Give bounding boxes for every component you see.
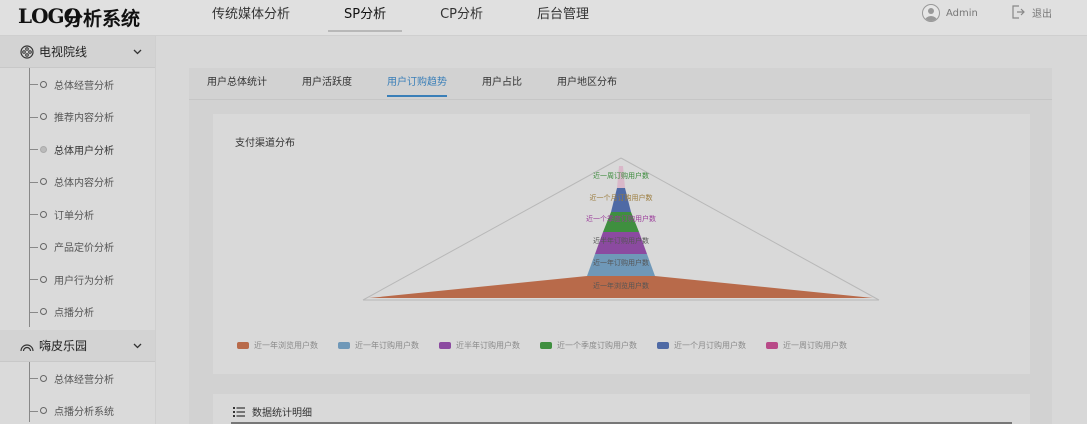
nav-cp-analysis[interactable]: CP分析 xyxy=(424,0,499,36)
bullet-icon xyxy=(40,243,47,251)
funnel-stage-label: 近一年浏览用户数 xyxy=(593,281,649,290)
bullet-icon xyxy=(40,210,47,218)
logout-icon xyxy=(1012,5,1025,19)
top-bar: LOGO 分析系统 传统媒体分析 SP分析 CP分析 后台管理 Admin 退出 xyxy=(0,0,1087,36)
funnel-chart: 近一周订购用户数近一个月订购用户数近一个季度订购用户数近半年订购用户数近一年订购… xyxy=(362,157,880,301)
funnel-stage-label: 近一年订购用户数 xyxy=(593,258,649,267)
sidebar-item-label: 点播分析 xyxy=(54,308,94,320)
tab-user-activity[interactable]: 用户活跃度 xyxy=(284,68,369,100)
legend-item[interactable]: 近一年浏览用户数 xyxy=(237,340,318,351)
legend-swatch xyxy=(338,342,350,349)
sidebar-item-label: 产品定价分析 xyxy=(54,243,114,255)
sidebar-submenu-tv-cinema: 总体经营分析 推荐内容分析 总体用户分析 总体内容分析 订单分析 产品定价分析 … xyxy=(0,68,155,328)
bullet-icon xyxy=(40,374,47,382)
legend-label: 近一年浏览用户数 xyxy=(254,341,318,350)
legend-label: 近半年订购用户数 xyxy=(456,341,520,350)
detail-card-title: 数据统计明细 xyxy=(252,408,312,419)
funnel-stage-label: 近一个月订购用户数 xyxy=(590,193,653,202)
legend-item[interactable]: 近一周订购用户数 xyxy=(766,340,847,351)
legend-swatch xyxy=(237,342,249,349)
logout-button[interactable]: 退出 xyxy=(1010,4,1052,20)
rainbow-icon xyxy=(20,343,34,351)
avatar-icon xyxy=(922,4,940,22)
sidebar-submenu-happy-park: 总体经营分析 点播分析系统 xyxy=(0,362,155,424)
sidebar-item-recommended-content[interactable]: 推荐内容分析 xyxy=(0,101,155,134)
chart-card: 支付渠道分布 近一周订购用户数 近一个月订购用户数 近一个季度订购用户数 近半年订购用… xyxy=(213,114,1030,374)
detail-card-header: 数据统计明细 xyxy=(233,404,312,419)
legend-swatch xyxy=(540,342,552,349)
legend-swatch xyxy=(439,342,451,349)
user-menu[interactable]: Admin xyxy=(922,4,978,22)
app-title: 分析系统 xyxy=(64,8,141,30)
sidebar-item-orders[interactable]: 订单分析 xyxy=(0,198,155,231)
sidebar-item-pricing[interactable]: 产品定价分析 xyxy=(0,231,155,264)
legend-swatch xyxy=(657,342,669,349)
legend-item[interactable]: 近一年订购用户数 xyxy=(338,340,419,351)
nav-traditional-media[interactable]: 传统媒体分析 xyxy=(196,0,306,36)
list-icon xyxy=(233,406,245,417)
bullet-icon xyxy=(40,145,47,153)
nav-sp-analysis[interactable]: SP分析 xyxy=(328,0,403,36)
detail-card: 数据统计明细 xyxy=(213,394,1030,424)
funnel-stage-label: 近一个季度订购用户数 xyxy=(586,214,656,223)
bullet-icon xyxy=(40,275,47,283)
tab-bar: 用户总体统计 用户活跃度 用户订购趋势 用户占比 用户地区分布 xyxy=(189,68,1052,100)
sidebar-group-title: 嗨皮乐园 xyxy=(39,339,88,353)
sidebar-item-vod[interactable]: 点播分析 xyxy=(0,296,155,329)
sidebar-item-label: 订单分析 xyxy=(54,210,94,222)
sidebar-item-vod-system[interactable]: 点播分析系统 xyxy=(0,395,155,424)
film-reel-icon xyxy=(20,44,34,59)
tab-subscription-trend[interactable]: 用户订购趋势 xyxy=(369,68,464,100)
sidebar-group-title: 电视院线 xyxy=(39,45,88,59)
sidebar-item-label: 总体经营分析 xyxy=(54,374,114,386)
bullet-icon xyxy=(40,113,47,121)
funnel-stage-label: 近一周订购用户数 xyxy=(593,171,649,180)
legend-label: 近一个月订购用户数 xyxy=(674,341,746,350)
sidebar-item-label: 推荐内容分析 xyxy=(54,113,114,125)
sidebar-item-label: 用户行为分析 xyxy=(54,275,114,287)
tab-user-overall[interactable]: 用户总体统计 xyxy=(189,68,284,100)
sidebar-item-label: 总体经营分析 xyxy=(54,80,114,92)
analysis-panel: 用户总体统计 用户活跃度 用户订购趋势 用户占比 用户地区分布 支付渠道分布 近… xyxy=(189,68,1052,424)
sidebar-item-user-behavior[interactable]: 用户行为分析 xyxy=(0,263,155,296)
legend-item[interactable]: 近一个月订购用户数 xyxy=(657,340,746,351)
top-nav: 传统媒体分析 SP分析 CP分析 后台管理 xyxy=(196,0,627,36)
sidebar-item-overall-users[interactable]: 总体用户分析 xyxy=(0,133,155,166)
nav-admin[interactable]: 后台管理 xyxy=(521,0,605,36)
bullet-icon xyxy=(40,178,47,186)
bullet-icon xyxy=(40,308,47,316)
sidebar-item-overall-content[interactable]: 总体内容分析 xyxy=(0,166,155,199)
sidebar-item-overall-operation[interactable]: 总体经营分析 xyxy=(0,68,155,101)
user-name: Admin xyxy=(946,7,978,19)
bullet-icon xyxy=(40,407,47,415)
sidebar-group-happy-park[interactable]: 嗨皮乐园 xyxy=(0,330,155,362)
sidebar-item-overall-operation-2[interactable]: 总体经营分析 xyxy=(0,362,155,395)
legend-item[interactable]: 近半年订购用户数 xyxy=(439,340,520,351)
tab-user-share[interactable]: 用户占比 xyxy=(464,68,539,100)
bullet-icon xyxy=(40,80,47,88)
legend-label: 近一年订购用户数 xyxy=(355,341,419,350)
funnel-stage-label: 近半年订购用户数 xyxy=(593,236,649,245)
sidebar: 电视院线 总体经营分析 推荐内容分析 总体用户分析 总体内容分析 订单分析 产品… xyxy=(0,36,156,424)
chart-legend: 近一年浏览用户数 近一年订购用户数 近半年订购用户数 近一个季度订购用户数 近一个月订购… xyxy=(237,340,867,351)
chevron-down-icon xyxy=(133,49,142,55)
logout-label: 退出 xyxy=(1032,8,1052,20)
sidebar-item-label: 总体用户分析 xyxy=(54,145,114,157)
sidebar-group-tv-cinema[interactable]: 电视院线 xyxy=(0,36,155,68)
sidebar-item-label: 点播分析系统 xyxy=(54,407,114,419)
legend-label: 近一周订购用户数 xyxy=(783,341,847,350)
chevron-down-icon xyxy=(133,343,142,349)
legend-item[interactable]: 近一个季度订购用户数 xyxy=(540,340,637,351)
legend-label: 近一个季度订购用户数 xyxy=(557,341,637,350)
legend-swatch xyxy=(766,342,778,349)
sidebar-item-label: 总体内容分析 xyxy=(54,178,114,190)
main-content: 用户总体统计 用户活跃度 用户订购趋势 用户占比 用户地区分布 支付渠道分布 近… xyxy=(156,36,1087,424)
tab-user-region[interactable]: 用户地区分布 xyxy=(539,68,634,100)
